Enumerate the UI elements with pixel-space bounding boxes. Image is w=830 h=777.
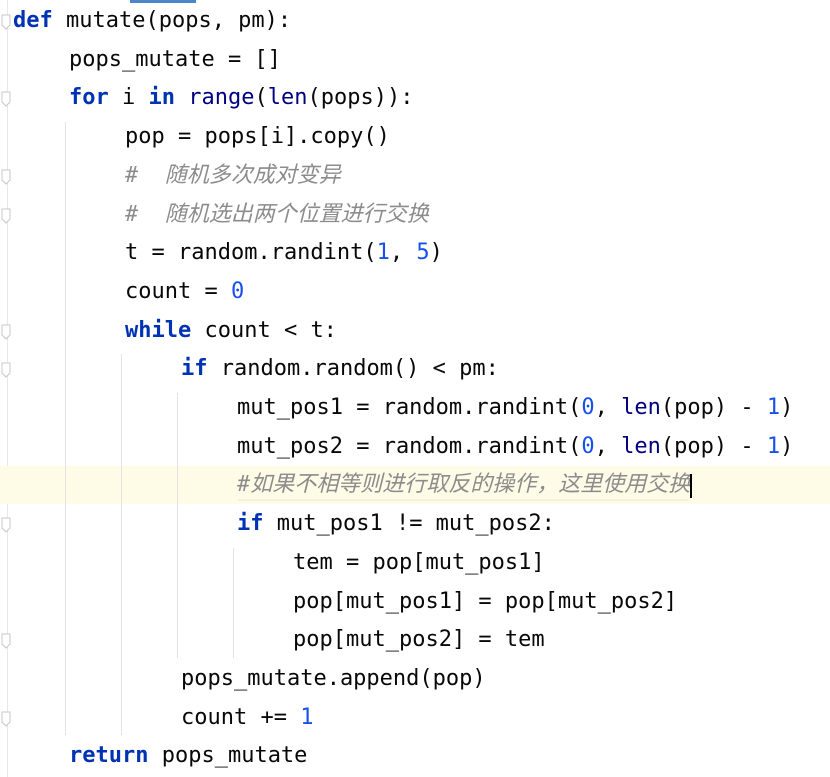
code-token: len xyxy=(621,433,661,459)
fold-marker-icon[interactable] xyxy=(1,14,11,30)
code-token: count < t: xyxy=(191,317,337,343)
code-token: ) xyxy=(429,240,443,266)
gutter-separator xyxy=(7,0,8,777)
text-caret xyxy=(690,474,692,498)
code-token: pops_mutate.append(pop) xyxy=(181,665,486,691)
code-token: count = xyxy=(125,278,231,304)
code-token: pops_mutate = [] xyxy=(69,46,281,72)
code-line[interactable]: t = random.randint(1, 5) xyxy=(125,234,443,272)
code-line[interactable]: return pops_mutate xyxy=(69,737,307,775)
code-line[interactable]: if mut_pos1 != mut_pos2: xyxy=(237,505,555,543)
code-line[interactable]: pop = pops[i].copy() xyxy=(125,118,390,156)
fold-marker-icon[interactable] xyxy=(1,208,11,224)
code-token: , xyxy=(389,240,417,266)
code-token: pop = pops[i].copy() xyxy=(125,124,390,150)
code-token: ) xyxy=(780,395,794,420)
code-token: (pop) - xyxy=(660,395,767,420)
code-token: mut_pos2 = random.randint( xyxy=(237,433,582,459)
code-token: # 随机选出两个位置进行交换 xyxy=(125,201,429,227)
indent-guide xyxy=(177,393,178,658)
code-line[interactable]: def mutate(pops, pm): xyxy=(13,2,291,40)
code-editor[interactable]: def mutate(pops, pm): pops_mutate = [] for… xyxy=(0,0,830,777)
code-line[interactable]: pop[mut_pos2] = tem xyxy=(293,621,545,659)
code-line[interactable]: # 随机选出两个位置进行交换 xyxy=(125,196,429,234)
indent-guide xyxy=(233,547,234,658)
code-line[interactable]: while count < t: xyxy=(125,312,337,350)
code-token: t = random.randint( xyxy=(125,240,377,266)
fold-marker-icon[interactable] xyxy=(1,517,11,533)
code-line[interactable]: mut_pos1 = random.randint(0, len(pop) - … xyxy=(237,389,793,427)
indent-guide xyxy=(65,122,66,736)
code-token: 1 xyxy=(376,240,390,266)
code-token: , xyxy=(594,395,622,420)
code-token: if xyxy=(181,356,208,382)
code-token: 1 xyxy=(300,704,314,730)
code-token: pop[mut_pos2] = tem xyxy=(293,627,545,653)
fold-marker-icon[interactable] xyxy=(1,324,11,340)
fold-marker-icon[interactable] xyxy=(1,169,11,185)
code-token: mutate(pops, pm): xyxy=(52,8,292,33)
fold-marker-icon[interactable] xyxy=(1,362,11,379)
code-token: range xyxy=(188,85,255,111)
code-line[interactable]: mut_pos2 = random.randint(0, len(pop) - … xyxy=(237,428,793,466)
code-token: count += xyxy=(181,704,301,730)
code-token: 1 xyxy=(766,433,781,459)
code-line[interactable]: pops_mutate = [] xyxy=(69,41,281,79)
code-token: 1 xyxy=(766,395,781,420)
fold-marker-icon[interactable] xyxy=(1,633,11,649)
code-line[interactable]: tem = pop[mut_pos1] xyxy=(293,544,545,582)
code-token: mut_pos1 != mut_pos2: xyxy=(263,511,555,537)
code-token: , xyxy=(594,433,622,459)
code-token: if xyxy=(237,511,264,537)
code-token: mut_pos1 = random.randint( xyxy=(237,395,582,420)
code-token: len xyxy=(267,85,308,111)
indent-guide xyxy=(121,354,122,736)
code-token: ) xyxy=(780,433,794,459)
code-token: ( xyxy=(254,85,268,111)
code-token: def xyxy=(13,8,53,33)
code-line[interactable]: pop[mut_pos1] = pop[mut_pos2] xyxy=(293,583,677,621)
code-token: while xyxy=(125,317,192,343)
code-token: pops_mutate xyxy=(148,743,308,769)
code-token: 0 xyxy=(581,433,595,459)
code-token: (pops)): xyxy=(307,85,414,111)
code-line[interactable]: for i in range(len(pops)): xyxy=(69,79,413,117)
code-token: random.random() < pm: xyxy=(207,356,499,382)
code-line[interactable]: #如果不相等则进行取反的操作，这里使用交换 xyxy=(237,466,690,504)
code-token: pop[mut_pos1] = pop[mut_pos2] xyxy=(293,588,678,614)
code-line[interactable]: count += 1 xyxy=(181,699,313,737)
code-token: # 随机多次成对变异 xyxy=(125,162,341,188)
code-token: 0 xyxy=(230,278,245,304)
code-line[interactable]: pops_mutate.append(pop) xyxy=(181,660,486,698)
code-token: 5 xyxy=(416,240,430,266)
code-line[interactable]: count = 0 xyxy=(125,273,244,311)
code-token: 0 xyxy=(581,395,595,420)
code-token: i xyxy=(108,85,149,111)
code-token: tem = pop[mut_pos1] xyxy=(293,549,545,575)
code-token: return xyxy=(69,743,149,769)
code-token: in xyxy=(148,85,176,111)
code-token: (pop) - xyxy=(660,433,767,459)
code-token: len xyxy=(621,395,661,420)
fold-marker-icon[interactable] xyxy=(1,711,11,727)
code-line[interactable]: if random.random() < pm: xyxy=(181,350,499,388)
code-line[interactable]: # 随机多次成对变异 xyxy=(125,157,341,195)
code-token: #如果不相等则进行取反的操作，这里使用交换 xyxy=(237,472,691,498)
fold-marker-icon[interactable] xyxy=(1,91,11,108)
code-token: for xyxy=(69,85,109,111)
